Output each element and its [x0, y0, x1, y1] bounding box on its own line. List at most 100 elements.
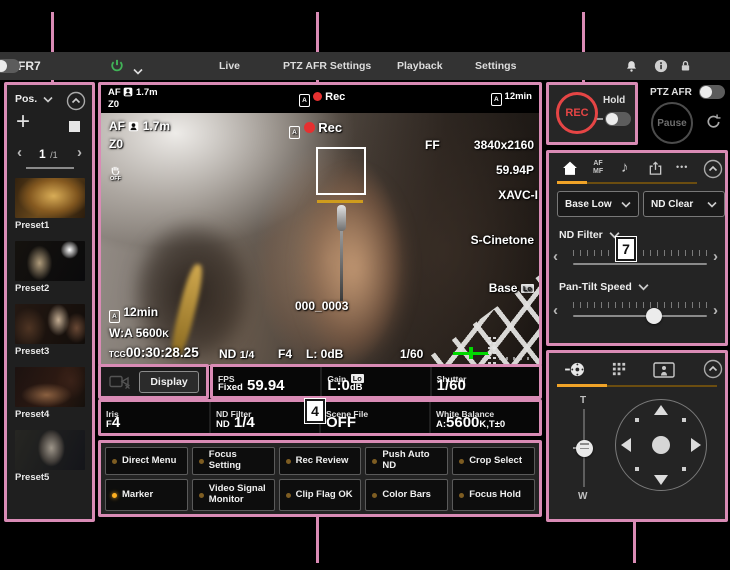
- nd-label: ND: [219, 347, 236, 361]
- shutter-cell[interactable]: Shutter 1/60: [432, 367, 539, 396]
- rec-hold-toggle[interactable]: [605, 112, 631, 126]
- pt-slider-right[interactable]: ›: [713, 303, 718, 318]
- assign-button-focus-setting[interactable]: Focus Setting: [192, 447, 275, 475]
- nd-value: 1/4: [234, 414, 255, 431]
- preset-mode-dropdown[interactable]: Pos.: [15, 93, 53, 105]
- display-button[interactable]: Display: [139, 371, 199, 393]
- assign-button-crop-select[interactable]: Crop Select: [452, 447, 535, 475]
- tab-more[interactable]: •••: [676, 162, 688, 172]
- diag-down-left-dot[interactable]: [635, 467, 639, 471]
- prev-page-button[interactable]: ‹: [17, 145, 22, 160]
- diag-up-left-dot[interactable]: [635, 418, 639, 422]
- lock-toggle[interactable]: [0, 59, 20, 73]
- restart-icon[interactable]: [705, 113, 722, 135]
- assign-led: [372, 493, 377, 498]
- collapse-adjust-panel-button[interactable]: [703, 159, 723, 184]
- tab-live[interactable]: Live: [219, 52, 240, 80]
- ptz-afr-toggle[interactable]: [699, 85, 725, 99]
- wb-suffix: K,T±0: [479, 419, 505, 430]
- osd-shutter: 1/60: [400, 347, 423, 361]
- collapse-ptz-panel-button[interactable]: [703, 359, 723, 384]
- pan-right-arrow[interactable]: [691, 438, 701, 452]
- tab-home[interactable]: [561, 160, 579, 182]
- diag-up-right-dot[interactable]: [682, 418, 686, 422]
- assign-button-direct-menu[interactable]: Direct Menu: [105, 447, 188, 475]
- pause-button[interactable]: Pause: [651, 102, 693, 144]
- media-slot-icon: A: [289, 126, 300, 139]
- tab-playback[interactable]: Playback: [397, 52, 443, 80]
- info-icon[interactable]: [654, 59, 668, 78]
- tilt-up-arrow[interactable]: [654, 405, 668, 415]
- nd-slider-track[interactable]: [573, 263, 707, 265]
- tab-output[interactable]: [648, 161, 663, 181]
- assign-button-video-signal-monitor[interactable]: Video Signal Monitor: [192, 479, 275, 511]
- assign-button-rec-review[interactable]: Rec Review: [279, 447, 362, 475]
- iris-cell[interactable]: Iris F4: [101, 402, 209, 433]
- tab-audio[interactable]: ♪: [621, 159, 629, 176]
- tab-settings[interactable]: Settings: [475, 52, 516, 80]
- assign-label: Rec Review: [296, 456, 349, 467]
- live-view[interactable]: AF 1.7m Z0 OFF A Rec FF 3840x2160 59.94P…: [101, 113, 539, 365]
- nd-filter-section[interactable]: ND Filter: [559, 229, 620, 241]
- nd-slider-right[interactable]: ›: [713, 249, 718, 264]
- pad-center-button[interactable]: [652, 436, 670, 454]
- rec-dot-icon: [313, 92, 322, 101]
- assign-button-marker[interactable]: Marker: [105, 479, 188, 511]
- assign-button-push-auto-nd[interactable]: Push Auto ND: [365, 447, 448, 475]
- audio-level-meter-2: [493, 337, 496, 365]
- osd-scan-mode: FF: [425, 138, 440, 152]
- preset-thumbnail-5[interactable]: [15, 430, 85, 470]
- add-preset-button[interactable]: +: [16, 111, 30, 133]
- tilt-down-arrow[interactable]: [654, 475, 668, 485]
- next-page-button[interactable]: ›: [77, 145, 82, 160]
- scene-file-cell[interactable]: Scene File OFF: [321, 402, 429, 433]
- preset-thumbnail-1[interactable]: [15, 178, 85, 218]
- collapse-panel-button[interactable]: [66, 91, 86, 111]
- assign-led: [286, 493, 291, 498]
- tab-ptz-afr-settings[interactable]: PTZ AFR Settings: [283, 52, 371, 80]
- tab-focus[interactable]: AF MF: [593, 160, 603, 175]
- monitor-panel: AF 1.7m Z0 A Rec A 12min: [98, 82, 542, 366]
- nd-prefix: ND: [216, 419, 230, 430]
- pt-slider-track[interactable]: [573, 315, 707, 317]
- diag-down-right-dot[interactable]: [682, 467, 686, 471]
- assign-label: Direct Menu: [122, 456, 176, 467]
- page-scrollbar[interactable]: [26, 167, 74, 169]
- app-title: FR7: [18, 52, 41, 80]
- zoom-slider-thumb[interactable]: [576, 440, 593, 457]
- osd-media-remain: A 12min: [109, 305, 158, 323]
- assign-led: [459, 493, 464, 498]
- pan-tilt-speed-section[interactable]: Pan-Tilt Speed: [559, 281, 649, 293]
- microphone-shape: [337, 205, 346, 231]
- assign-button-clip-flag-ok[interactable]: Clip Flag OK: [279, 479, 362, 511]
- nd-filter-cell[interactable]: ND Filter ND 1/4: [211, 402, 319, 433]
- power-menu-chevron[interactable]: [133, 62, 143, 80]
- tab-active-underline: [557, 384, 607, 387]
- tab-auto-framing[interactable]: [653, 362, 675, 383]
- face-detect-icon: [128, 121, 139, 132]
- notification-bell-icon[interactable]: [625, 59, 638, 78]
- preset-thumbnail-4[interactable]: [15, 367, 85, 407]
- white-balance-cell[interactable]: White Balance A:5600K,T±0: [431, 402, 539, 433]
- tab-preset-grid[interactable]: [611, 361, 628, 383]
- fps-cell[interactable]: FPS Fixed 59.94: [213, 367, 320, 396]
- tab-joystick[interactable]: [565, 361, 586, 383]
- assign-button-focus-hold[interactable]: Focus Hold: [452, 479, 535, 511]
- assign-led: [286, 459, 291, 464]
- pt-slider-left[interactable]: ‹: [553, 303, 558, 318]
- stop-button[interactable]: [69, 121, 80, 132]
- face-detect-icon: [123, 87, 133, 97]
- preset-thumbnail-3[interactable]: [15, 304, 85, 344]
- base-look-dropdown[interactable]: Base Low: [557, 191, 639, 217]
- power-button[interactable]: [110, 59, 124, 78]
- gain-cell[interactable]: Gain Lo L:0dB: [322, 367, 429, 396]
- assign-button-color-bars[interactable]: Color Bars: [365, 479, 448, 511]
- pt-slider-thumb[interactable]: [646, 308, 662, 324]
- assign-label: Clip Flag OK: [296, 490, 353, 501]
- nd-clear-dropdown[interactable]: ND Clear: [643, 191, 725, 217]
- osd-look: S-Cinetone: [471, 233, 534, 247]
- nd-slider-left[interactable]: ‹: [553, 249, 558, 264]
- pan-left-arrow[interactable]: [621, 438, 631, 452]
- preset-thumbnail-2[interactable]: [15, 241, 85, 281]
- rec-button[interactable]: REC: [556, 92, 598, 134]
